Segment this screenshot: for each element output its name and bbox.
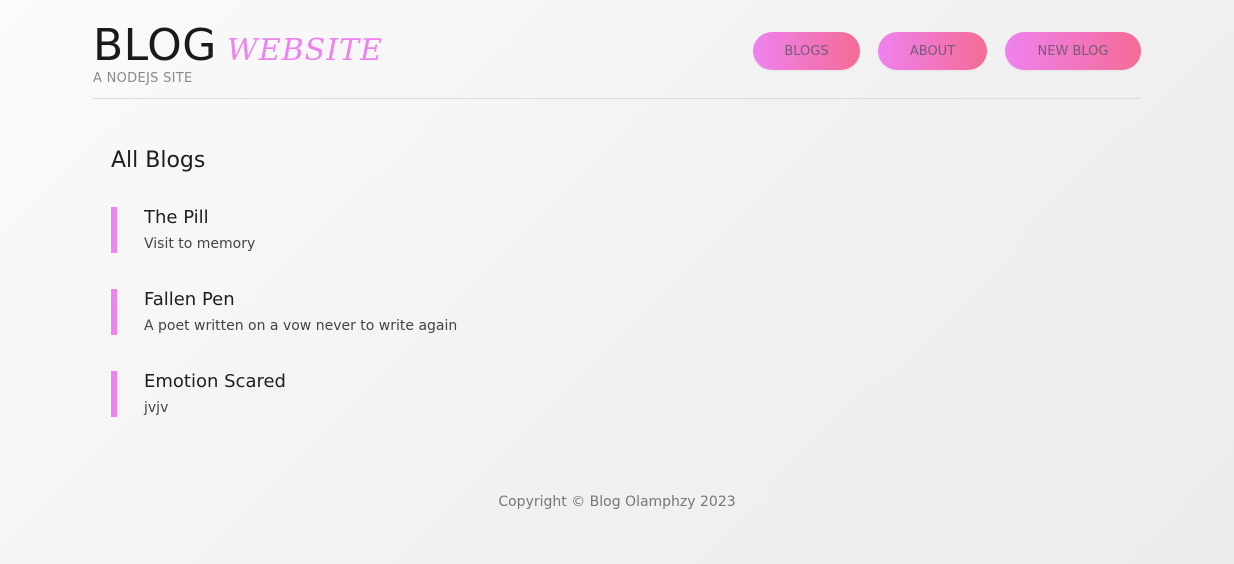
- copyright-text: Copyright © Blog Olamphzy 2023: [498, 494, 736, 510]
- nav-new-blog-button[interactable]: NEW BLOG: [1005, 32, 1141, 70]
- site-logo[interactable]: BLOG WEBSITE: [93, 20, 383, 71]
- blog-list-item[interactable]: Emotion Scared jvjv: [111, 371, 1011, 417]
- main-nav: BLOGS ABOUT NEW BLOG: [753, 32, 1141, 70]
- nav-blogs-button[interactable]: BLOGS: [753, 32, 860, 70]
- site-footer: Copyright © Blog Olamphzy 2023: [0, 494, 1234, 510]
- site-tagline: A NODEJS SITE: [93, 71, 193, 86]
- blog-title[interactable]: Emotion Scared: [144, 371, 1011, 393]
- site-header: BLOG WEBSITE A NODEJS SITE BLOGS ABOUT NE…: [93, 18, 1141, 99]
- blog-list-section: All Blogs The Pill Visit to memory Falle…: [111, 148, 1011, 453]
- nav-about-button[interactable]: ABOUT: [878, 32, 987, 70]
- blog-snippet: jvjv: [144, 400, 169, 416]
- brand-accent-text: WEBSITE: [226, 33, 383, 68]
- blog-title[interactable]: Fallen Pen: [144, 289, 1011, 311]
- blog-title[interactable]: The Pill: [144, 207, 1011, 229]
- page-title: All Blogs: [111, 148, 206, 173]
- brand-main-text: BLOG: [93, 20, 217, 71]
- blog-list-item[interactable]: The Pill Visit to memory: [111, 207, 1011, 253]
- blog-snippet: A poet written on a vow never to write a…: [144, 318, 458, 334]
- blog-list-item[interactable]: Fallen Pen A poet written on a vow never…: [111, 289, 1011, 335]
- page: BLOG WEBSITE A NODEJS SITE BLOGS ABOUT NE…: [0, 0, 1234, 564]
- blog-snippet: Visit to memory: [144, 236, 256, 252]
